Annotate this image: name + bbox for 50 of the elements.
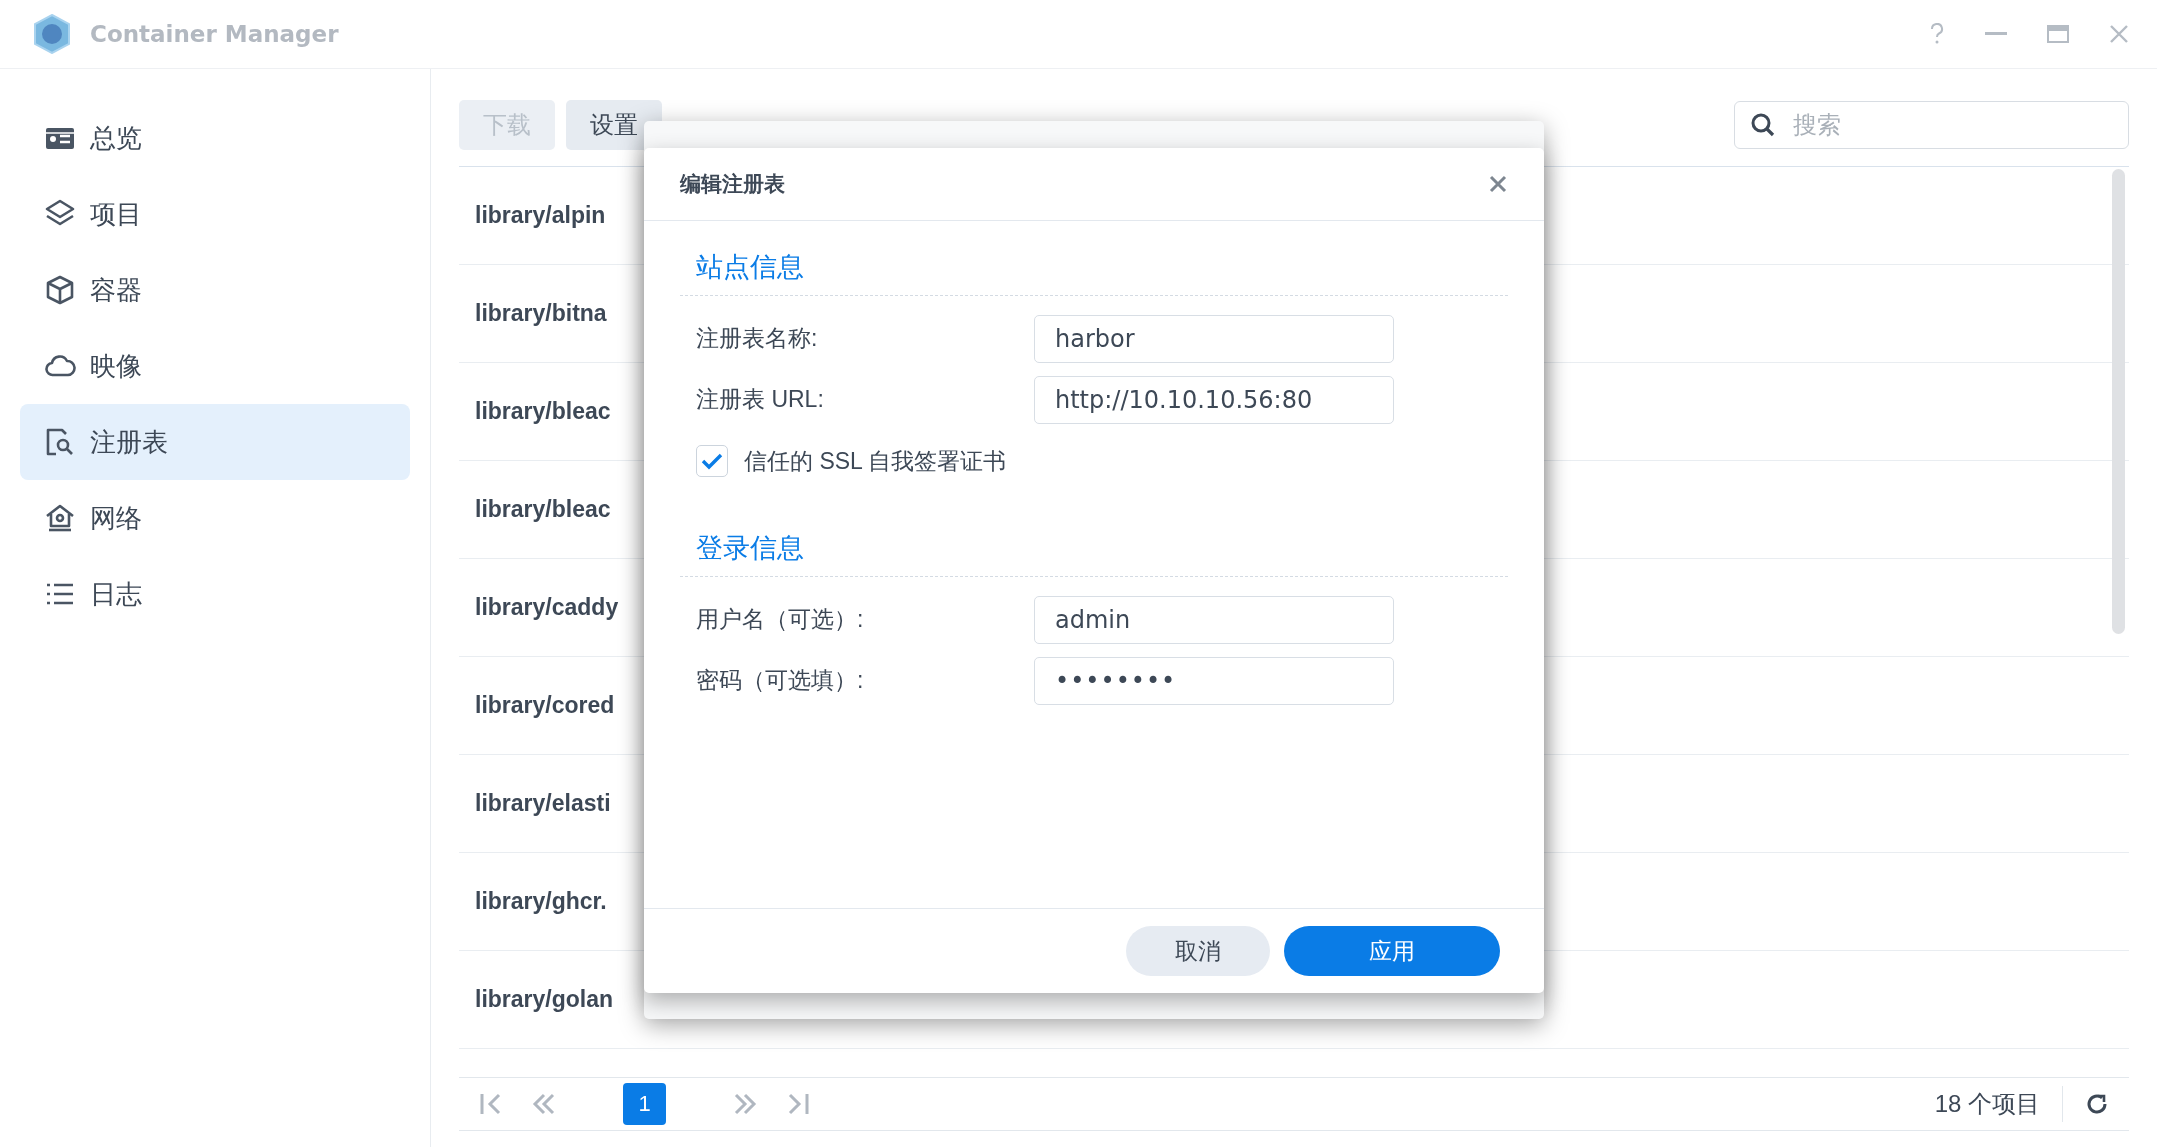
app-logo-icon — [33, 14, 71, 54]
previous-pages-icon[interactable] — [531, 1092, 557, 1116]
image-name: library/bitna — [475, 300, 607, 327]
field-label: 注册表 URL: — [695, 385, 825, 414]
input-field[interactable]: admin — [1034, 595, 1394, 644]
section-title: 登录信息 — [680, 530, 1508, 577]
apply-button[interactable]: 应用 — [1284, 926, 1500, 976]
house-icon — [44, 502, 76, 534]
image-name: library/ghcr. — [475, 888, 607, 915]
image-name: library/alpin — [475, 202, 606, 229]
search-field[interactable]: 搜索 — [1734, 101, 2129, 149]
sidebar-item[interactable]: 映像 — [20, 328, 410, 404]
cube-icon — [44, 274, 76, 306]
sidebar-item[interactable]: 项目 — [20, 176, 410, 252]
input-field[interactable]: harbor — [1034, 314, 1394, 363]
image-name: library/caddy — [475, 594, 619, 621]
sidebar-item[interactable]: 日志 — [20, 556, 410, 632]
close-icon[interactable] — [2109, 24, 2129, 44]
maximize-icon[interactable] — [2047, 25, 2069, 43]
field-label: 注册表名称: — [695, 324, 819, 353]
window-title: Container Manager — [90, 21, 339, 47]
image-name: library/elasti — [475, 790, 611, 817]
password-field[interactable]: •••••••• — [1034, 656, 1394, 705]
scrollbar[interactable] — [2112, 169, 2125, 634]
sidebar-item[interactable]: 容器 — [20, 252, 410, 328]
field-label: 密码（可选填）: — [695, 666, 865, 695]
close-icon[interactable] — [1488, 174, 1508, 194]
sidebar-item[interactable]: 总览 — [20, 100, 410, 176]
image-name: library/bleac — [475, 496, 611, 523]
checkbox-label: 信任的 SSL 自我签署证书 — [744, 446, 1007, 476]
toolbar-button[interactable]: 设置 — [566, 100, 662, 150]
section-title: 站点信息 — [680, 249, 1508, 296]
cancel-button[interactable]: 取消 — [1126, 926, 1270, 976]
next-pages-icon[interactable] — [732, 1092, 758, 1116]
checkmark-icon — [701, 452, 723, 470]
sidebar-item[interactable]: 注册表 — [20, 404, 410, 480]
image-name: library/golan — [475, 986, 614, 1013]
image-name: library/cored — [475, 692, 615, 719]
input-field[interactable]: http://10.10.10.56:80 — [1034, 375, 1394, 424]
sidebar-item[interactable]: 网络 — [20, 480, 410, 556]
field-label: 用户名（可选）: — [695, 605, 865, 634]
checkbox[interactable] — [696, 445, 728, 477]
search-icon — [1750, 112, 1776, 138]
dialog-title: 编辑注册表 — [680, 171, 785, 197]
minimize-icon[interactable] — [1985, 32, 2007, 36]
help-icon[interactable] — [1929, 23, 1945, 45]
page-button[interactable]: 1 — [623, 1083, 666, 1125]
refresh-icon[interactable] — [2085, 1092, 2109, 1116]
item-count: 18 个项目 — [1934, 1089, 2040, 1119]
image-name: library/bleac — [475, 398, 611, 425]
